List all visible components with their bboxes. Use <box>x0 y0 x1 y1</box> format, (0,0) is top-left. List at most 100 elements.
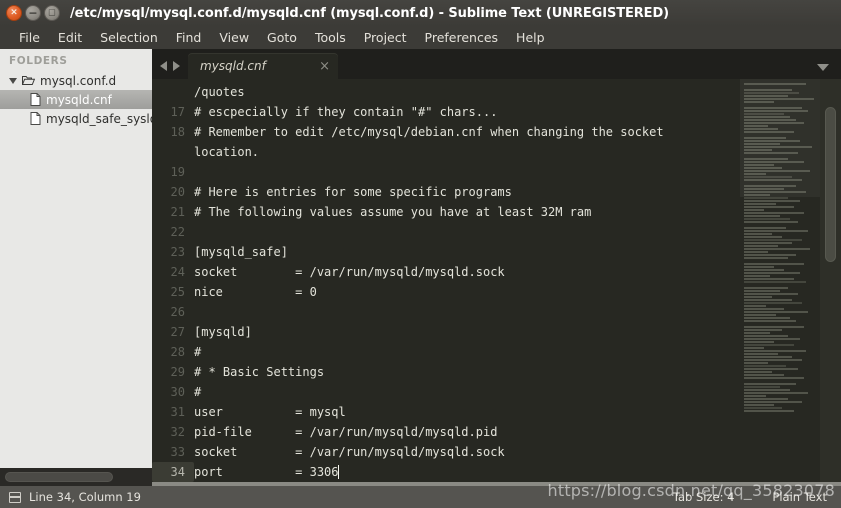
code-line[interactable]: 27 [mysqld] <box>152 322 664 342</box>
code-line[interactable]: 34 port = 3306 <box>152 462 664 482</box>
nav-forward-icon[interactable] <box>173 61 180 71</box>
sidebar-file-mysqld-safe-syslog[interactable]: mysqld_safe_syslo <box>0 109 152 128</box>
minimap-line <box>744 272 800 274</box>
minimap-line <box>744 371 772 373</box>
minimap-line <box>744 356 792 358</box>
folder-open-icon <box>22 75 35 86</box>
line-number: 31 <box>170 405 185 419</box>
code-line[interactable]: 20 # Here is entries for some specific pr… <box>152 182 664 202</box>
code-line[interactable]: 33 socket = /var/run/mysqld/mysqld.sock <box>152 442 664 462</box>
line-text: socket = /var/run/mysqld/mysqld.sock <box>194 265 505 279</box>
maximize-window-button[interactable]: □ <box>44 5 60 21</box>
tab-label: mysqld.cnf <box>200 59 266 73</box>
sidebar-file-label: mysqld_safe_syslo <box>46 111 152 126</box>
tab-overflow-menu-icon[interactable] <box>817 64 829 71</box>
minimap-line <box>744 245 778 247</box>
code-line[interactable]: 18 # Remember to edit /etc/mysql/debian.c… <box>152 122 664 142</box>
code-line[interactable]: 32 pid-file = /var/run/mysqld/mysqld.pid <box>152 422 664 442</box>
menu-item-file[interactable]: File <box>10 26 49 49</box>
line-text: port = 3306 <box>194 465 339 479</box>
maximize-icon: □ <box>48 7 56 17</box>
line-number: 29 <box>170 365 185 379</box>
status-left: Line 34, Column 19 <box>9 490 141 504</box>
minimap-line <box>744 203 776 205</box>
code-line[interactable]: 19 <box>152 162 664 182</box>
line-text: socket = /var/run/mysqld/mysqld.sock <box>194 445 505 459</box>
menu-item-view[interactable]: View <box>210 26 258 49</box>
menu-item-project[interactable]: Project <box>355 26 416 49</box>
minimap-line <box>744 236 782 238</box>
line-text: # Remember to edit /etc/mysql/debian.cnf… <box>194 125 664 139</box>
chevron-down-icon[interactable] <box>9 77 17 84</box>
line-number: 20 <box>170 185 185 199</box>
title-bar: × − □ /etc/mysql/mysql.conf.d/mysqld.cnf… <box>0 0 841 26</box>
status-right: Tab Size: 4 Plain Text <box>673 490 827 504</box>
code-line[interactable]: location. <box>152 142 664 162</box>
editor-vertical-scrollbar[interactable] <box>820 79 841 482</box>
line-number: 30 <box>170 385 185 399</box>
editor-scrollbar-thumb[interactable] <box>825 107 836 262</box>
window-title: /etc/mysql/mysql.conf.d/mysqld.cnf (mysq… <box>70 5 669 21</box>
code-line[interactable]: 23 [mysqld_safe] <box>152 242 664 262</box>
minimap-line <box>744 335 788 337</box>
line-text: nice = 0 <box>194 285 317 299</box>
close-icon[interactable]: × <box>319 60 330 73</box>
line-text: # <box>194 385 202 399</box>
code-line[interactable]: 22 <box>152 222 664 242</box>
minimap-line <box>744 401 802 403</box>
sidebar-scrollbar-thumb[interactable] <box>5 472 113 482</box>
code-line[interactable]: 24 socket = /var/run/mysqld/mysqld.sock <box>152 262 664 282</box>
minimap-line <box>744 365 786 367</box>
sidebar-folder-mysql-conf-d[interactable]: mysql.conf.d <box>0 71 152 90</box>
menu-item-help[interactable]: Help <box>507 26 554 49</box>
minimap-line <box>744 338 800 340</box>
minimap-line <box>744 212 804 214</box>
menu-item-edit[interactable]: Edit <box>49 26 91 49</box>
menu-item-selection[interactable]: Selection <box>91 26 167 49</box>
minimap-line <box>744 257 788 259</box>
tab-mysqld-cnf[interactable]: mysqld.cnf × <box>188 53 338 79</box>
tab-size-setting[interactable]: Tab Size: 4 <box>673 490 735 504</box>
minimap-line <box>744 353 778 355</box>
code-line[interactable]: 29 # * Basic Settings <box>152 362 664 382</box>
minimap-line <box>744 224 756 226</box>
sidebar-horizontal-scrollbar[interactable] <box>0 468 152 487</box>
code-line[interactable]: 31 user = mysql <box>152 402 664 422</box>
minimap-line <box>744 410 794 412</box>
menu-item-find[interactable]: Find <box>167 26 211 49</box>
menu-item-preferences[interactable]: Preferences <box>416 26 508 49</box>
minimap-line <box>744 206 794 208</box>
minimap-line <box>744 200 800 202</box>
minimap-line <box>744 311 808 313</box>
line-text: user = mysql <box>194 405 346 419</box>
minimap-line <box>744 251 768 253</box>
menu-item-goto[interactable]: Goto <box>258 26 306 49</box>
code-line[interactable]: 21 # The following values assume you have… <box>152 202 664 222</box>
code-area[interactable]: /quotes 17 # escpecially if they contain "… <box>152 79 741 482</box>
minimap-line <box>744 197 788 199</box>
line-text: # * Basic Settings <box>194 365 325 379</box>
close-window-button[interactable]: × <box>6 5 22 21</box>
code-line[interactable]: /quotes <box>152 82 664 102</box>
minimap-line <box>744 254 796 256</box>
code-line[interactable]: 28 # <box>152 342 664 362</box>
code-line[interactable]: 17 # escpecially if they contain "#" char… <box>152 102 664 122</box>
sidebar-file-label: mysqld.cnf <box>46 92 112 107</box>
file-icon <box>30 112 41 125</box>
line-text: # escpecially if they contain "#" chars.… <box>194 105 498 119</box>
menu-item-tools[interactable]: Tools <box>306 26 355 49</box>
sidebar-file-mysqld-cnf[interactable]: mysqld.cnf <box>0 90 152 109</box>
minimap-line <box>744 260 760 262</box>
minimap-viewport[interactable] <box>740 79 820 197</box>
nav-back-icon[interactable] <box>160 61 167 71</box>
code-line[interactable]: 26 <box>152 302 664 322</box>
code-line[interactable]: 30 # <box>152 382 664 402</box>
code-line[interactable]: 25 nice = 0 <box>152 282 664 302</box>
toggle-sidebar-icon[interactable] <box>9 491 21 503</box>
syntax-setting[interactable]: Plain Text <box>772 490 827 504</box>
minimap-line <box>744 293 798 295</box>
minimap-line <box>744 347 764 349</box>
minimize-window-button[interactable]: − <box>25 5 41 21</box>
minimap[interactable] <box>740 79 820 482</box>
minimap-line <box>744 239 802 241</box>
